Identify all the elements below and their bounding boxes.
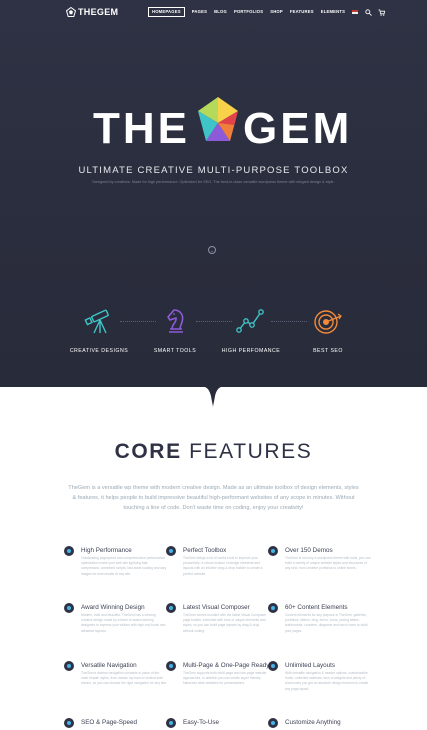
feature-dot-icon (64, 718, 74, 728)
nav-item-portfolios[interactable]: PORTFOLIOS (234, 8, 263, 16)
feature-card-title: Easy-To-Use (183, 719, 220, 726)
nav-item-elements[interactable]: ELEMENTS (321, 8, 345, 16)
telescope-icon (84, 309, 109, 334)
feature-dot-icon (166, 603, 176, 613)
feature-label: BEST SEO (313, 348, 343, 354)
cart-icon[interactable] (378, 8, 386, 16)
feature-dot-icon (64, 603, 74, 613)
feature-card-title: Multi-Page & One-Page Ready (183, 662, 270, 669)
feature-card-title: Award Winning Design (81, 604, 145, 611)
nav-item-homepages[interactable]: HOMEPAGES (148, 7, 185, 17)
core-title-bold: CORE (114, 440, 182, 463)
site-logo[interactable]: THEGEM (66, 6, 118, 18)
flag-icon[interactable] (352, 10, 359, 14)
feature-card-title: Versatile Navigation (81, 662, 137, 669)
hero-subline: Designed by creatives. Made for high per… (92, 180, 335, 184)
search-icon[interactable] (365, 8, 373, 16)
feature-card-text: Outstanding pagespeed and comprehensive … (81, 556, 167, 576)
hero-logo-gem: GEM (243, 104, 353, 153)
feature-card-text: TheGem is not only a wordpress theme wit… (285, 556, 371, 571)
main-nav: HOMEPAGES PAGES BLOG PORTFOLIOS SHOP FEA… (148, 7, 391, 17)
feature-dot-icon (64, 661, 74, 671)
core-title-light: FEATURES (189, 440, 313, 463)
gem-icon (198, 97, 238, 141)
scroll-down-button[interactable]: ⌄ (208, 246, 216, 254)
top-navigation-bar: THEGEM HOMEPAGES PAGES BLOG PORTFOLIOS S… (0, 0, 427, 24)
feature-dot-icon (268, 661, 278, 671)
hero-logo-the: THE (93, 104, 190, 153)
feature-card-text: TheGem comes bundled with the latest Vis… (183, 613, 267, 633)
feature-dot-icon (166, 718, 176, 728)
hero-features-row: CREATIVE DESIGNS SMART TOOLS HIGH PERFOM… (0, 305, 427, 365)
target-icon (314, 310, 342, 334)
chevron-down-icon: ⌄ (209, 248, 215, 254)
chess-knight-icon (167, 309, 184, 333)
feature-card-text: Modern, bold and beautiful: TheGem has a… (81, 613, 166, 633)
hero-tagline: ULTIMATE CREATIVE MULTI-PURPOSE TOOLBOX (78, 165, 349, 176)
feature-card-title: 60+ Content Elements (285, 604, 348, 611)
nav-item-shop[interactable]: SHOP (270, 8, 283, 16)
feature-dot-icon (268, 718, 278, 728)
feature-dot-icon (166, 661, 176, 671)
feature-dot-icon (64, 546, 74, 556)
feature-dot-icon (268, 603, 278, 613)
feature-card-title: Perfect Toolbox (183, 547, 227, 554)
hero-section: THEGEM HOMEPAGES PAGES BLOG PORTFOLIOS S… (0, 0, 427, 387)
hero-logo: THE GEM (93, 95, 349, 155)
gem-logo-icon (66, 7, 76, 17)
section-notch (198, 386, 228, 407)
feature-card-title: Customize Anything (285, 719, 341, 726)
feature-card-title: Latest Visual Composer (183, 604, 250, 611)
feature-dot-icon (166, 546, 176, 556)
feature-card-title: SEO & Page-Speed (81, 719, 138, 726)
feature-card-text: TheGem brings a lot of useful tools to i… (183, 556, 263, 576)
line-graph-icon (236, 309, 264, 333)
feature-card-title: Over 150 Demos (285, 547, 333, 554)
feature-card-text: Content elements for any purpose in TheG… (285, 613, 368, 633)
core-features-description: TheGem is a versatile wp theme with mode… (68, 485, 359, 511)
nav-item-blog[interactable]: BLOG (214, 8, 227, 16)
feature-dot-icon (268, 546, 278, 556)
feature-card-text: With versatile navigation & header optio… (285, 671, 369, 691)
feature-card-text: TheGem's diverse navigation concepts in … (81, 671, 167, 686)
nav-item-pages[interactable]: PAGES (192, 8, 207, 16)
feature-best-seo: BEST SEO (283, 305, 373, 354)
nav-item-features[interactable]: FEATURES (290, 8, 314, 16)
core-features-title: CORE FEATURES (0, 440, 427, 464)
feature-card-title: High Performance (81, 547, 132, 554)
logo-text: THEGEM (78, 7, 119, 17)
feature-card-text: TheGem supports both multi-page and one-… (183, 671, 267, 686)
feature-card-title: Unlimited Layouts (285, 662, 336, 669)
